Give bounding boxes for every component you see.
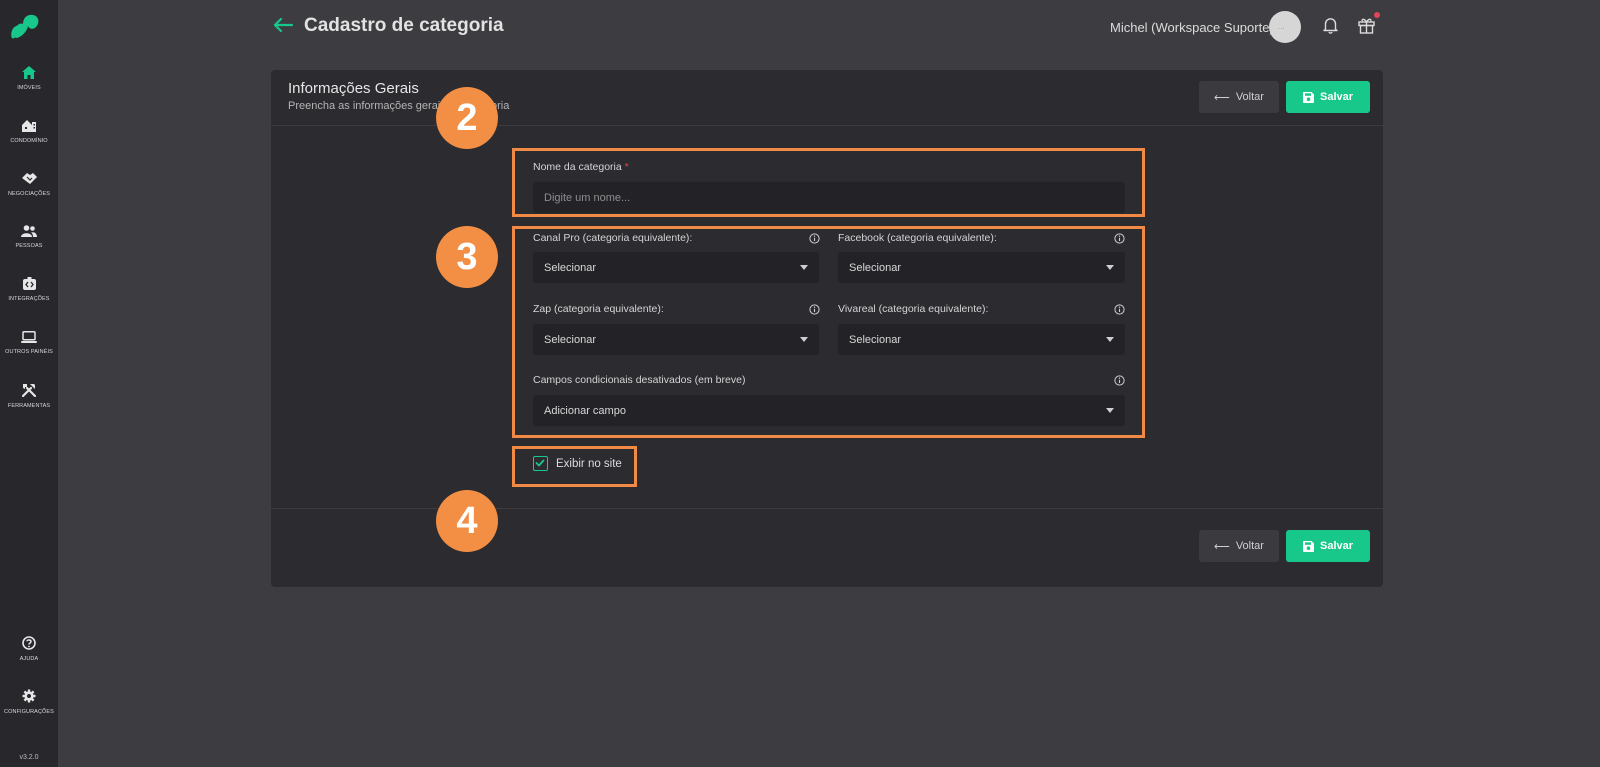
- sidebar-item-label: CONDOMÍNIO: [10, 138, 48, 144]
- save-button-label: Salvar: [1319, 540, 1354, 552]
- sidebar-item-ferramentas[interactable]: FERRAMENTAS: [0, 383, 58, 409]
- chevron-down-icon: [1106, 265, 1114, 270]
- canalpro-label: Canal Pro (categoria equivalente):: [533, 232, 693, 244]
- laptop-icon: [21, 331, 37, 343]
- show-on-site-checkbox[interactable]: [533, 456, 548, 471]
- gift-icon[interactable]: [1358, 17, 1375, 34]
- vivareal-select-value: Selecionar: [849, 333, 901, 346]
- zap-select[interactable]: Selecionar: [533, 324, 819, 355]
- chevron-down-icon: [800, 337, 808, 342]
- annotation-badge-4: 4: [436, 490, 498, 552]
- conditional-fields-select[interactable]: Adicionar campo: [533, 395, 1125, 426]
- info-icon[interactable]: [1114, 304, 1125, 315]
- chevron-down-icon: [1106, 337, 1114, 342]
- sidebar-item-label: PESSOAS: [15, 243, 43, 249]
- sidebar-item-label: INTEGRAÇÕES: [8, 296, 50, 302]
- sidebar: IMÓVEIS CONDOMÍNIO NEGOCIAÇÕES PESSOAS I…: [0, 0, 58, 767]
- sidebar-item-ajuda[interactable]: AJUDA: [0, 636, 58, 662]
- sidebar-item-label: AJUDA: [19, 656, 39, 662]
- notification-dot: [1374, 12, 1380, 18]
- arrow-left-icon: ⟵: [1214, 91, 1230, 104]
- tools-icon: [22, 384, 36, 397]
- sidebar-item-label: OUTROS PAINÉIS: [5, 349, 53, 355]
- user-name[interactable]: Michel (Workspace Suporte): [1110, 20, 1274, 35]
- sidebar-item-label: IMÓVEIS: [17, 85, 41, 91]
- sidebar-item-label: NEGOCIAÇÕES: [7, 191, 51, 197]
- floppy-disk-icon: [1302, 540, 1314, 552]
- save-button-label: Salvar: [1319, 91, 1354, 103]
- back-button-label: Voltar: [1235, 91, 1264, 103]
- chevron-down-icon: [1106, 408, 1114, 413]
- sidebar-item-outros-paineis[interactable]: OUTROS PAINÉIS: [0, 331, 58, 355]
- bell-icon[interactable]: [1323, 17, 1338, 34]
- annotation-badge-3: 3: [436, 226, 498, 288]
- logo-icon[interactable]: [9, 12, 41, 40]
- avatar[interactable]: ...: [1269, 11, 1301, 43]
- page-title: Cadastro de categoria: [304, 15, 504, 36]
- app-version: v3.2.0: [19, 754, 39, 761]
- category-name-input[interactable]: Digite um nome...: [533, 182, 1125, 213]
- check-icon: [535, 459, 545, 467]
- canalpro-select-value: Selecionar: [544, 261, 596, 274]
- info-icon[interactable]: [809, 233, 820, 244]
- info-icon[interactable]: [809, 304, 820, 315]
- facebook-select-value: Selecionar: [849, 261, 901, 274]
- card-title: Informações Gerais: [288, 80, 419, 97]
- category-name-placeholder: Digite um nome...: [544, 191, 631, 204]
- building-icon: [22, 120, 36, 132]
- back-button[interactable]: ⟵ Voltar: [1199, 81, 1279, 113]
- annotation-badge-2: 2: [436, 87, 498, 149]
- sidebar-item-label: FERRAMENTAS: [7, 403, 51, 409]
- name-label: Nome da categoria *: [533, 161, 629, 173]
- avatar-text: ...: [1278, 22, 1285, 31]
- conditional-fields-label: Campos condicionais desativados (em brev…: [533, 374, 746, 386]
- vivareal-label: Vivareal (categoria equivalente):: [838, 303, 989, 315]
- facebook-label: Facebook (categoria equivalente):: [838, 232, 997, 244]
- vivareal-select[interactable]: Selecionar: [838, 324, 1125, 355]
- sidebar-item-integracoes[interactable]: INTEGRAÇÕES: [0, 277, 58, 302]
- chevron-down-icon: [800, 265, 808, 270]
- people-icon: [21, 225, 37, 237]
- handshake-icon: [21, 173, 37, 184]
- back-button-label: Voltar: [1235, 540, 1264, 552]
- canalpro-select[interactable]: Selecionar: [533, 252, 819, 283]
- gear-icon: [22, 689, 36, 703]
- arrow-left-icon: ⟵: [1214, 540, 1230, 553]
- home-icon: [22, 66, 36, 79]
- facebook-select[interactable]: Selecionar: [838, 252, 1125, 283]
- sidebar-item-pessoas[interactable]: PESSOAS: [0, 225, 58, 249]
- save-button[interactable]: Salvar: [1286, 81, 1370, 113]
- help-icon: [22, 636, 36, 650]
- back-button-bottom[interactable]: ⟵ Voltar: [1199, 530, 1279, 562]
- required-marker: *: [624, 161, 629, 173]
- name-label-text: Nome da categoria: [533, 161, 622, 173]
- zap-label: Zap (categoria equivalente):: [533, 303, 664, 315]
- sidebar-item-negociacoes[interactable]: NEGOCIAÇÕES: [0, 172, 58, 197]
- sidebar-item-label: CONFIGURAÇÕES: [4, 709, 54, 715]
- show-on-site-label[interactable]: Exibir no site: [556, 458, 622, 470]
- conditional-fields-select-value: Adicionar campo: [544, 404, 626, 417]
- sidebar-item-configuracoes[interactable]: CONFIGURAÇÕES: [0, 689, 58, 715]
- info-icon[interactable]: [1114, 233, 1125, 244]
- save-button-bottom[interactable]: Salvar: [1286, 530, 1370, 562]
- floppy-disk-icon: [1302, 91, 1314, 103]
- sidebar-item-condominio[interactable]: CONDOMÍNIO: [0, 119, 58, 144]
- integrations-icon: [22, 277, 36, 290]
- sidebar-item-imoveis[interactable]: IMÓVEIS: [0, 66, 58, 91]
- info-icon[interactable]: [1114, 375, 1125, 386]
- back-arrow-icon[interactable]: [273, 17, 293, 33]
- zap-select-value: Selecionar: [544, 333, 596, 346]
